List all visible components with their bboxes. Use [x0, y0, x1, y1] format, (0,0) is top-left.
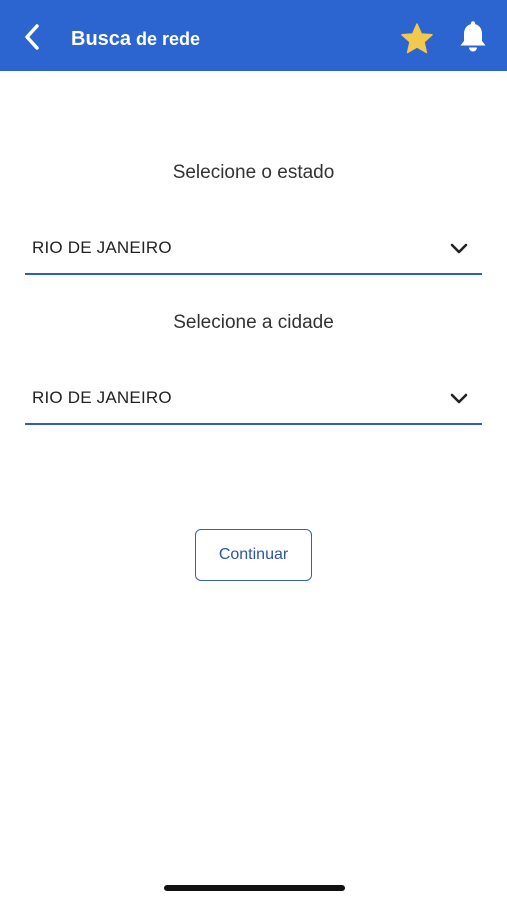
chevron-left-icon [25, 24, 39, 50]
state-label: Selecione o estado [172, 162, 335, 183]
page-title: Busca de rede [71, 25, 200, 53]
favorite-button[interactable] [399, 21, 435, 57]
star-icon [401, 23, 433, 54]
continue-button[interactable]: Continuar [195, 529, 312, 581]
page-title-main: Busca [71, 28, 132, 50]
home-indicator[interactable] [164, 885, 345, 891]
state-select[interactable]: RIO DE JANEIRO [25, 225, 482, 275]
chevron-down-icon [450, 243, 468, 254]
state-select-value: RIO DE JANEIRO [32, 238, 172, 257]
network-search-screen: Busca de rede Selecione o estado RIO DE … [0, 0, 507, 900]
back-button[interactable] [18, 22, 48, 52]
page-title-suffix: de rede [131, 29, 201, 49]
chevron-down-icon [450, 393, 468, 404]
city-select-value: RIO DE JANEIRO [32, 388, 172, 407]
notifications-button[interactable] [457, 20, 489, 56]
city-select[interactable]: RIO DE JANEIRO [25, 375, 482, 425]
bell-icon [460, 21, 486, 52]
header-bar: Busca de rede [0, 0, 507, 71]
city-label: Selecione a cidade [173, 312, 334, 333]
